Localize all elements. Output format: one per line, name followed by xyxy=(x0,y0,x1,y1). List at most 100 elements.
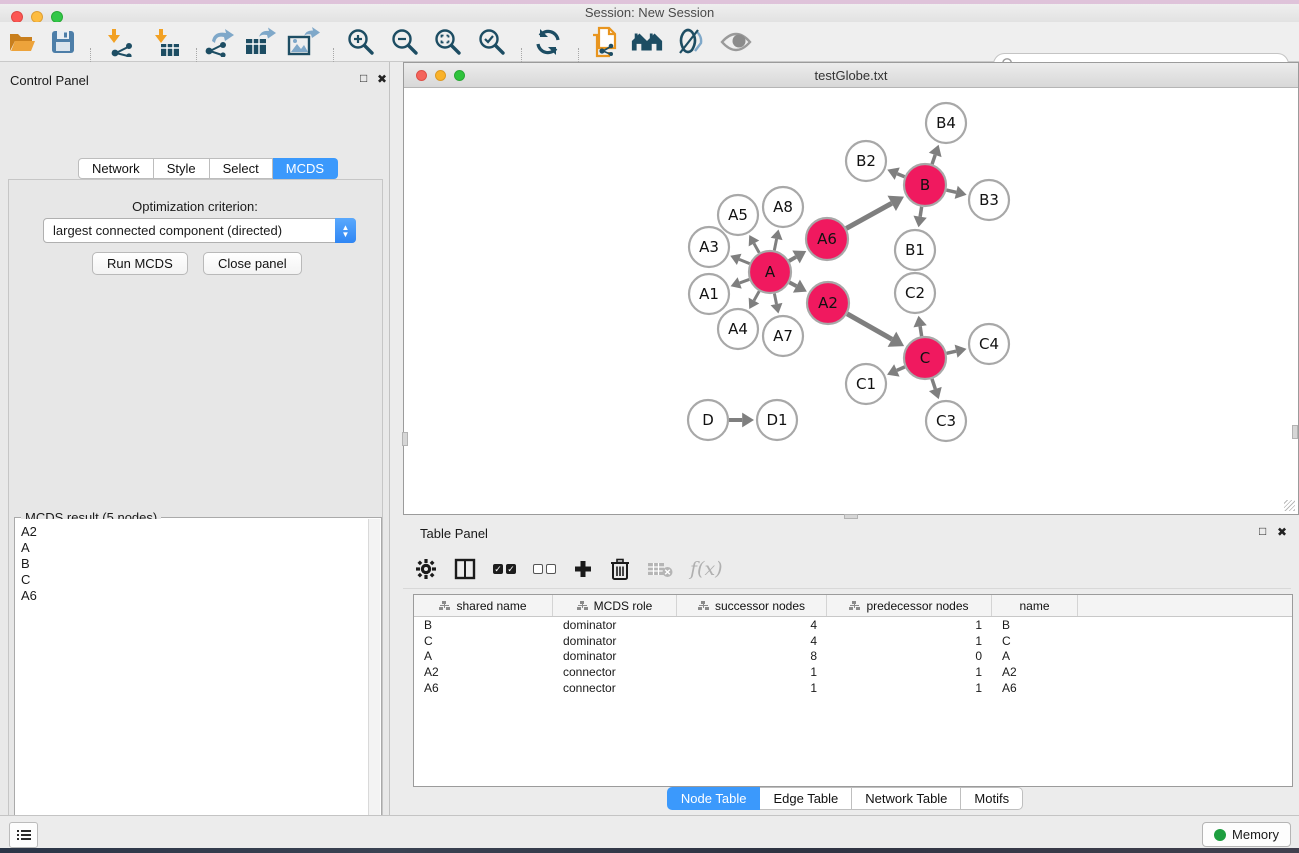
edge-C-C2[interactable] xyxy=(920,326,922,336)
network-canvas[interactable]: B4B2BB3A5A8A6A3AB1A1A2C2A4A7C4CC1C3DD1 xyxy=(405,89,1297,513)
node-B1[interactable]: B1 xyxy=(895,230,935,270)
table-cell[interactable]: A xyxy=(414,649,553,663)
net-zoom-button[interactable] xyxy=(454,70,465,81)
export-image-button[interactable] xyxy=(286,27,320,57)
tab-select[interactable]: Select xyxy=(210,158,273,179)
mcds-result-item[interactable]: C xyxy=(21,572,368,588)
column-header-successor-nodes[interactable]: successor nodes xyxy=(677,595,827,616)
edge-A-A7[interactable] xyxy=(774,294,776,304)
table-cell[interactable]: 1 xyxy=(827,681,992,695)
edge-C-C1[interactable] xyxy=(897,367,905,371)
tab-network-table[interactable]: Network Table xyxy=(852,787,961,810)
birdseye-button[interactable] xyxy=(719,27,753,57)
table-cell[interactable]: 0 xyxy=(827,649,992,663)
zoom-selected-button[interactable] xyxy=(475,27,509,57)
table-settings-button[interactable] xyxy=(415,558,437,580)
export-table-button[interactable] xyxy=(243,27,277,57)
net-close-button[interactable] xyxy=(416,70,427,81)
table-close-icon[interactable]: ✖ xyxy=(1277,525,1287,539)
node-A3[interactable]: A3 xyxy=(689,227,729,267)
node-C2[interactable]: C2 xyxy=(895,273,935,313)
table-row[interactable]: A6connector11A6 xyxy=(414,680,1292,696)
open-session-button[interactable] xyxy=(5,27,39,57)
table-cell[interactable]: connector xyxy=(553,665,677,679)
edge-B-B4[interactable] xyxy=(932,155,935,164)
node-B4[interactable]: B4 xyxy=(926,103,966,143)
edge-A-A4[interactable] xyxy=(754,291,759,300)
tab-mcds[interactable]: MCDS xyxy=(273,158,338,179)
add-column-button[interactable] xyxy=(573,559,593,579)
tab-network[interactable]: Network xyxy=(78,158,154,179)
table-row[interactable]: A2connector11A2 xyxy=(414,664,1292,680)
save-session-button[interactable] xyxy=(46,27,80,57)
table-cell[interactable]: A6 xyxy=(414,681,553,695)
export-network-button[interactable] xyxy=(201,27,235,57)
table-header-row[interactable]: shared nameMCDS rolesuccessor nodesprede… xyxy=(414,595,1292,617)
close-panel-button[interactable]: Close panel xyxy=(203,252,302,275)
edge-A-A5[interactable] xyxy=(754,243,759,252)
column-header-name[interactable]: name xyxy=(992,595,1078,616)
table-cell[interactable]: 1 xyxy=(827,634,992,648)
node-table[interactable]: shared nameMCDS rolesuccessor nodesprede… xyxy=(413,594,1293,787)
node-C3[interactable]: C3 xyxy=(926,401,966,441)
mcds-list-scrollbar[interactable] xyxy=(368,519,380,853)
tab-node-table[interactable]: Node Table xyxy=(667,787,761,810)
zoom-in-button[interactable] xyxy=(344,27,378,57)
edge-A-A1[interactable] xyxy=(740,279,750,282)
show-all-button[interactable] xyxy=(630,27,664,57)
mcds-result-item[interactable]: A xyxy=(21,540,368,556)
network-graph[interactable]: B4B2BB3A5A8A6A3AB1A1A2C2A4A7C4CC1C3DD1 xyxy=(405,89,1299,515)
memory-button[interactable]: Memory xyxy=(1202,822,1291,847)
table-cell[interactable]: 1 xyxy=(827,618,992,632)
table-float-icon[interactable]: □ xyxy=(1259,524,1266,538)
hide-selected-button[interactable] xyxy=(673,27,707,57)
tab-motifs[interactable]: Motifs xyxy=(961,787,1023,810)
node-B3[interactable]: B3 xyxy=(969,180,1009,220)
table-cell[interactable]: dominator xyxy=(553,649,677,663)
edge-A6-B[interactable] xyxy=(846,203,891,228)
edge-A-A3[interactable] xyxy=(739,259,749,263)
node-A8[interactable]: A8 xyxy=(763,187,803,227)
table-cell[interactable]: connector xyxy=(553,681,677,695)
table-row[interactable]: Bdominator41B xyxy=(414,617,1292,633)
float-panel-icon[interactable]: □ xyxy=(360,71,367,85)
table-row[interactable]: Cdominator41C xyxy=(414,633,1292,649)
network-view-window[interactable]: testGlobe.txt B4B2BB3A5A8A6A3AB1A1A2C2A4… xyxy=(403,62,1299,515)
table-cell[interactable]: C xyxy=(414,634,553,648)
mcds-result-item[interactable]: A2 xyxy=(21,524,368,540)
mcds-result-item[interactable]: B xyxy=(21,556,368,572)
node-A2[interactable]: A2 xyxy=(807,282,849,324)
table-cell[interactable]: A2 xyxy=(414,665,553,679)
select-all-button[interactable]: ✓✓ xyxy=(493,564,516,574)
table-cell[interactable]: A6 xyxy=(992,681,1078,695)
network-window-titlebar[interactable]: testGlobe.txt xyxy=(404,63,1298,88)
table-cell[interactable]: 1 xyxy=(827,665,992,679)
table-cell[interactable]: B xyxy=(992,618,1078,632)
node-A5[interactable]: A5 xyxy=(718,195,758,235)
delete-column-button[interactable] xyxy=(610,558,630,580)
edge-A-A6[interactable] xyxy=(789,257,796,261)
node-C1[interactable]: C1 xyxy=(846,364,886,404)
node-D1[interactable]: D1 xyxy=(757,400,797,440)
table-cell[interactable]: C xyxy=(992,634,1078,648)
clone-network-button[interactable] xyxy=(588,27,622,57)
run-mcds-button[interactable]: Run MCDS xyxy=(92,252,188,275)
table-cell[interactable]: 8 xyxy=(677,649,827,663)
column-header-shared-name[interactable]: shared name xyxy=(414,595,553,616)
zoom-fit-button[interactable] xyxy=(431,27,465,57)
mcds-result-item[interactable]: A6 xyxy=(21,588,368,604)
close-panel-icon[interactable]: ✖ xyxy=(377,72,387,86)
node-C4[interactable]: C4 xyxy=(969,324,1009,364)
edge-A-A8[interactable] xyxy=(774,239,776,250)
column-header-MCDS-role[interactable]: MCDS role xyxy=(553,595,677,616)
deselect-all-button[interactable] xyxy=(533,564,556,574)
column-selector-button[interactable] xyxy=(454,558,476,580)
node-A6[interactable]: A6 xyxy=(806,218,848,260)
tab-edge-table[interactable]: Edge Table xyxy=(760,787,852,810)
node-C[interactable]: C xyxy=(904,337,946,379)
edge-C-C4[interactable] xyxy=(946,351,956,353)
edge-A2-C[interactable] xyxy=(847,314,892,339)
mcds-result-list[interactable]: A2ABCA6 xyxy=(16,519,368,853)
optimization-criterion-select[interactable]: largest connected component (directed) ▲… xyxy=(43,218,356,243)
node-A[interactable]: A xyxy=(749,251,791,293)
